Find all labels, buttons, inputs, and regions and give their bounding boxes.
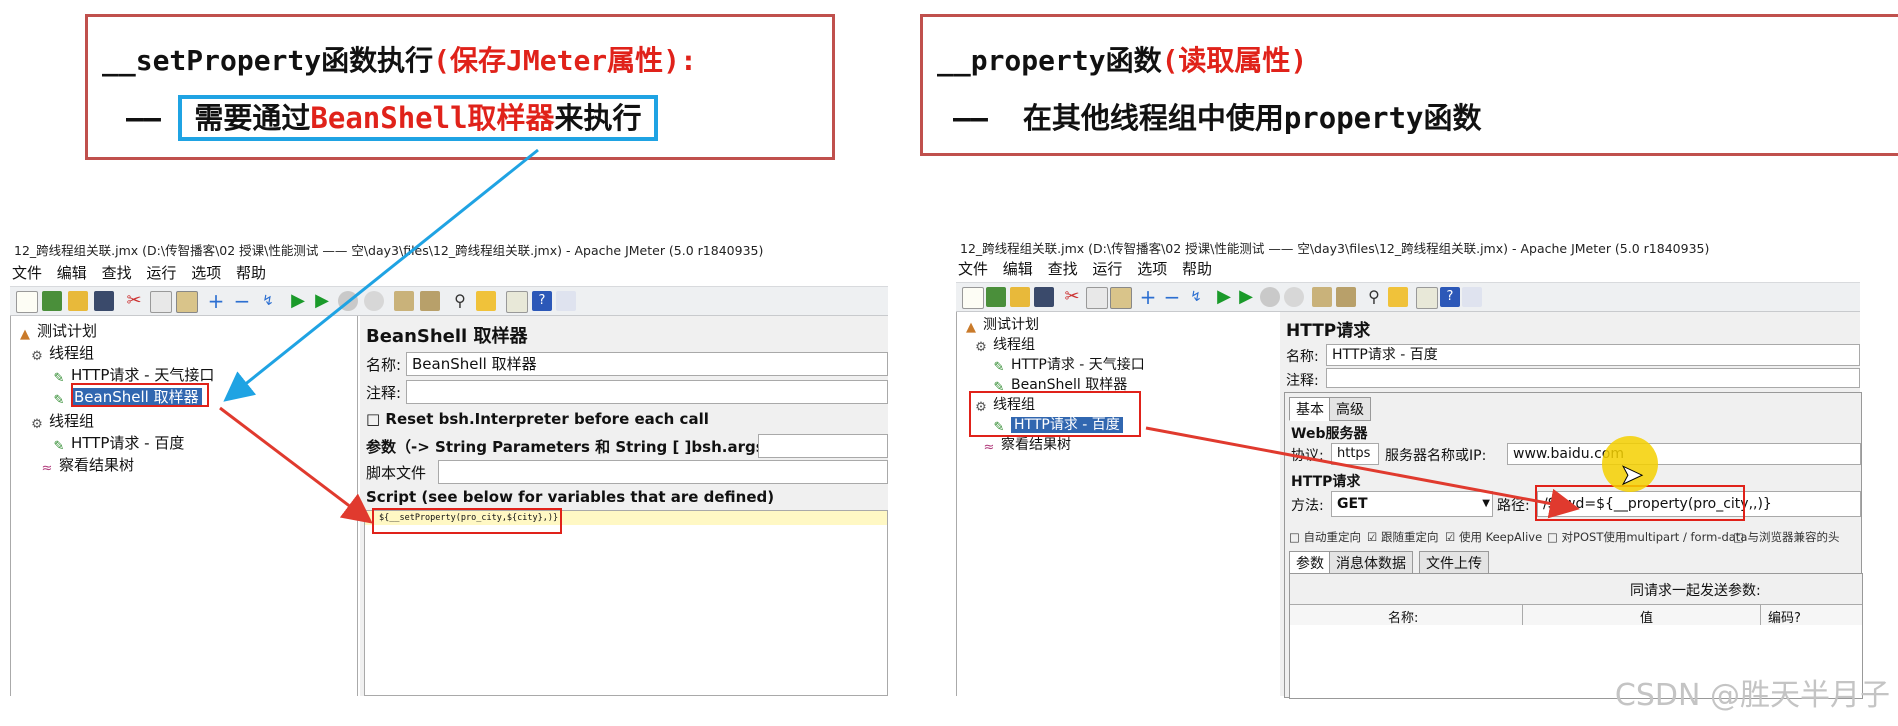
annotation-arrows [219,148,1580,524]
red-arrow-right [1145,426,1580,519]
red-arrow-left [219,406,373,524]
watermark: CSDN @胜天半月子 [1614,678,1890,713]
blue-arrow [223,148,539,402]
